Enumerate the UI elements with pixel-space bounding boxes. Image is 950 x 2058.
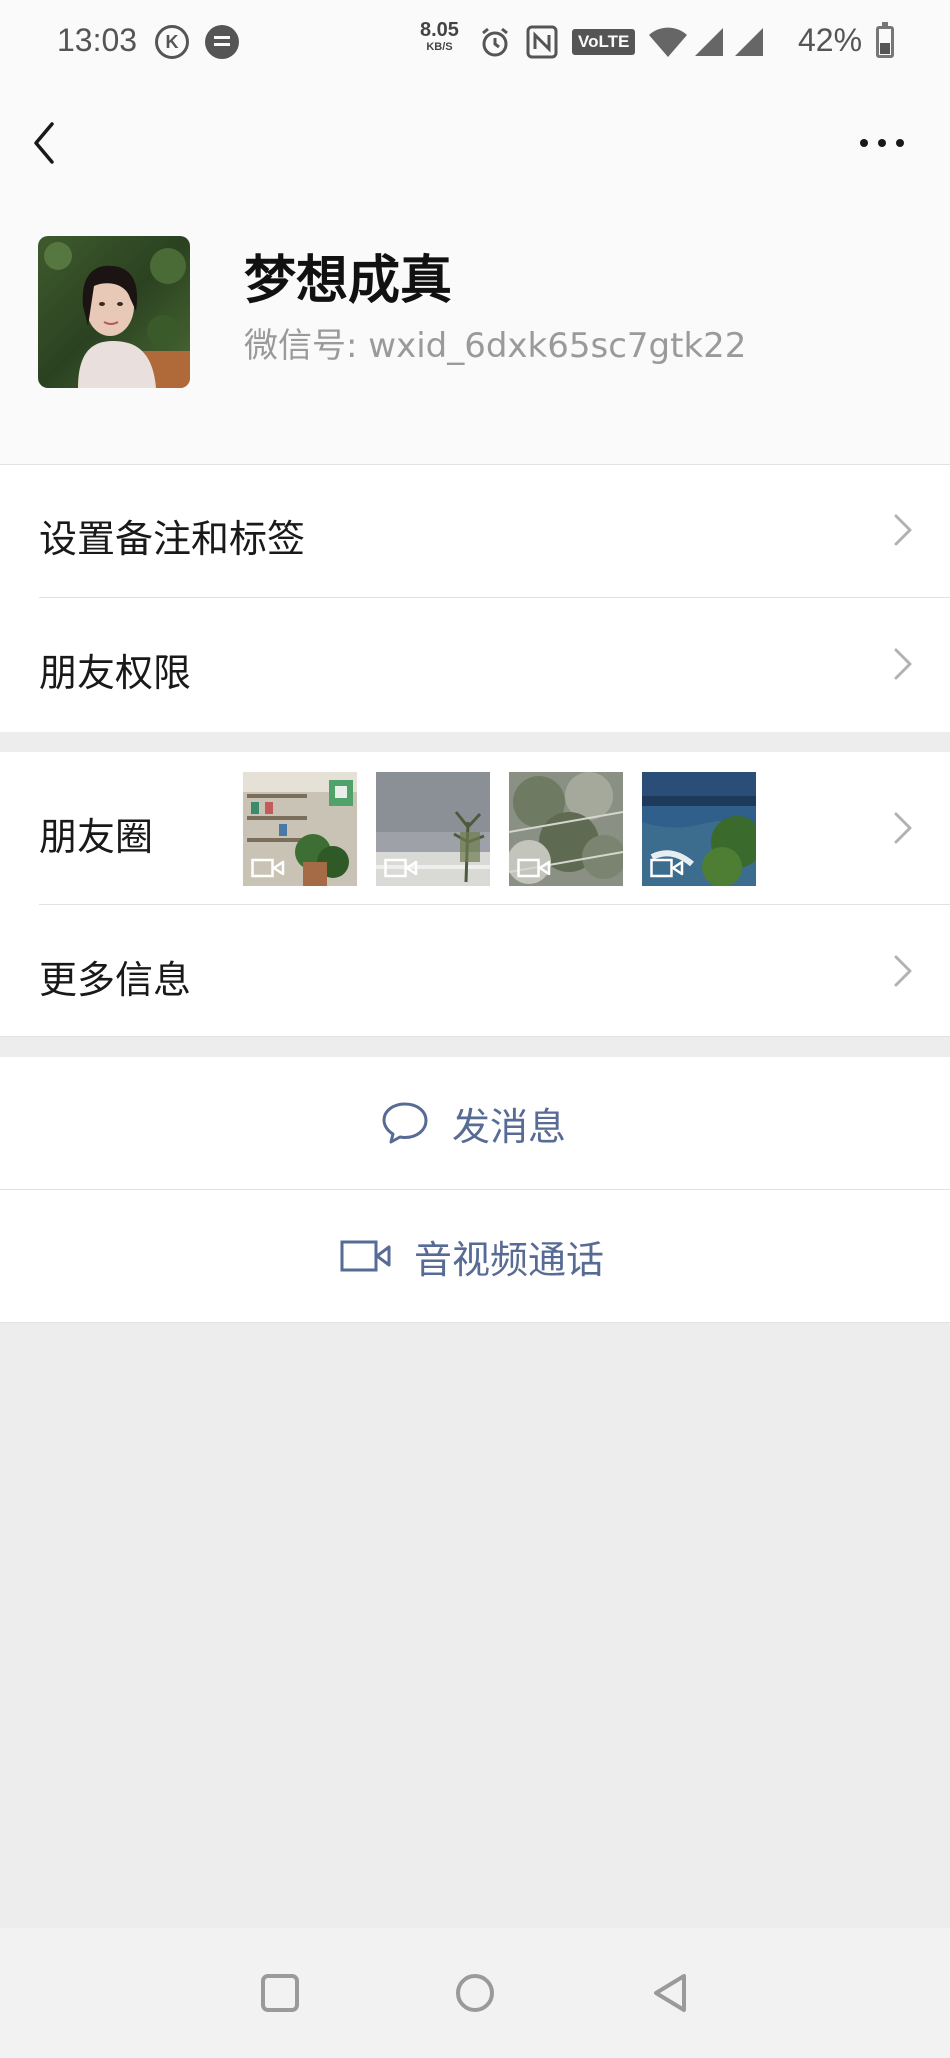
video-call-button[interactable]: 音视频通话 <box>0 1190 950 1322</box>
nfc-icon <box>526 25 558 59</box>
back-nav-button[interactable] <box>635 1958 705 2028</box>
action-bottom-border <box>0 1322 950 1323</box>
circle-icon <box>456 1974 494 2012</box>
status-bar: 13:03 K 8.05 KB/S VoLTE 42% <box>0 0 950 86</box>
volte-icon: VoLTE <box>572 29 636 55</box>
video-icon <box>650 858 684 878</box>
battery-percent: 42% <box>798 22 863 58</box>
more-horizontal-icon <box>860 139 904 147</box>
remark-and-tags-label: 设置备注和标签 <box>39 517 306 561</box>
friend-permissions-label: 朋友权限 <box>39 651 192 695</box>
friend-permissions-row[interactable]: 朋友权限 <box>0 598 950 732</box>
moments-thumbnail <box>642 772 756 886</box>
section-bottom-border <box>0 1036 950 1037</box>
video-call-content: 音视频通话 <box>340 1190 604 1322</box>
back-button[interactable] <box>22 108 92 178</box>
chevron-right-icon <box>894 648 912 680</box>
moments-thumbnail <box>376 772 490 886</box>
settings-section: 设置备注和标签 朋友权限 <box>0 464 950 732</box>
recent-apps-button[interactable] <box>245 1958 315 2028</box>
profile-name: 梦想成真 <box>244 251 453 311</box>
video-icon <box>384 858 418 878</box>
square-icon <box>261 1974 299 2012</box>
moments-thumbnail <box>243 772 357 886</box>
battery-icon <box>876 22 894 58</box>
status-time: 13:03 <box>57 22 138 58</box>
send-message-label: 发消息 <box>452 1104 567 1149</box>
more-info-row[interactable]: 更多信息 <box>0 905 950 1037</box>
status-icons: VoLTE <box>478 22 765 62</box>
signal-icon <box>695 28 724 56</box>
chevron-right-icon <box>894 514 912 546</box>
video-camera-icon <box>340 1240 391 1272</box>
video-call-label: 音视频通话 <box>414 1237 605 1282</box>
battery-level <box>880 43 890 54</box>
wifi-icon <box>649 27 688 57</box>
remark-and-tags-row[interactable]: 设置备注和标签 <box>0 464 950 597</box>
volte-label: VoLTE <box>578 32 630 51</box>
video-icon <box>251 858 285 878</box>
top-navigation <box>0 86 950 198</box>
k-app-notification-icon: K <box>155 25 189 59</box>
video-icon <box>517 858 551 878</box>
home-button[interactable] <box>440 1958 510 2028</box>
triangle-back-icon <box>654 1974 686 2012</box>
avatar[interactable] <box>38 236 190 388</box>
profile-header: 梦想成真 微信号: wxid_6dxk65sc7gtk22 <box>0 198 950 464</box>
network-speed-unit: KB/S <box>426 41 453 53</box>
moments-thumbnail <box>509 772 623 886</box>
alarm-icon <box>482 27 508 57</box>
chevron-left-icon <box>34 122 54 164</box>
more-info-label: 更多信息 <box>39 958 192 1002</box>
chat-bubble-icon <box>382 1102 428 1144</box>
system-navigation-bar <box>0 1928 950 2058</box>
moments-label: 朋友圈 <box>39 815 154 859</box>
chevron-right-icon <box>894 955 912 987</box>
chevron-right-icon <box>894 812 912 844</box>
message-notification-icon <box>205 25 239 59</box>
signal-icon-2 <box>735 28 764 56</box>
wechat-id: 微信号: wxid_6dxk65sc7gtk22 <box>244 326 747 366</box>
send-message-button[interactable]: 发消息 <box>0 1057 950 1189</box>
send-message-content: 发消息 <box>380 1057 566 1189</box>
network-speed: 8.05 KB/S <box>420 20 459 53</box>
avatar-photo <box>38 236 190 388</box>
network-speed-value: 8.05 <box>420 19 459 41</box>
more-options-button[interactable] <box>850 108 920 178</box>
